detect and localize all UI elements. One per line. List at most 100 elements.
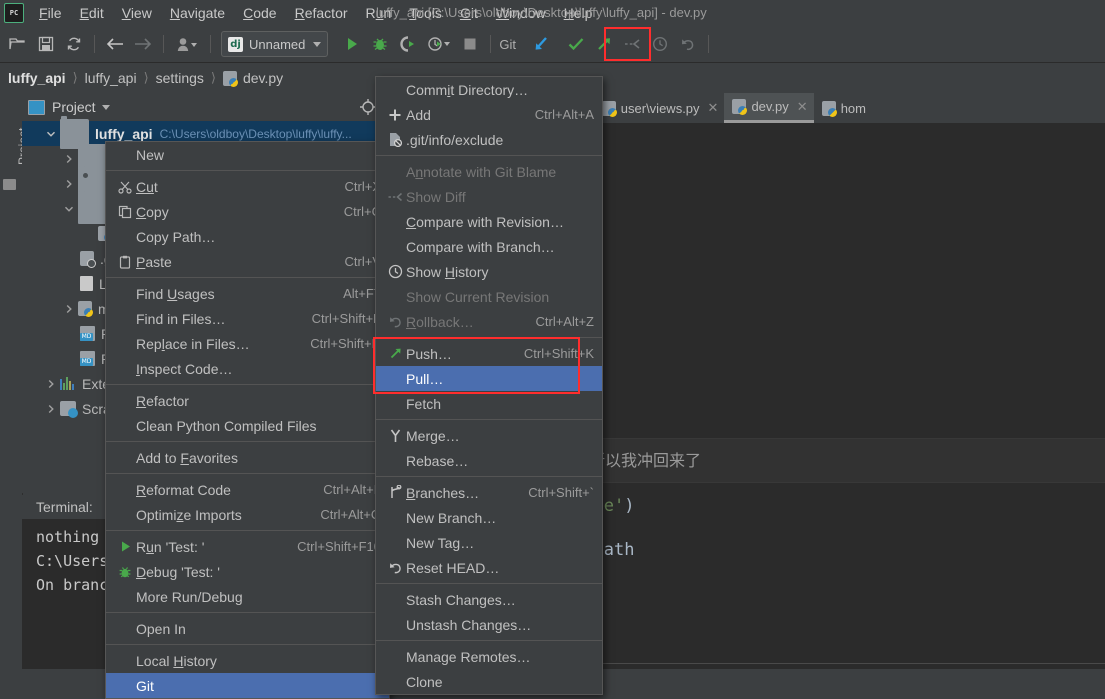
menu-item-refactor[interactable]: Refactor xyxy=(106,388,389,413)
menu-item-annotate-with-git-blame: Annotate with Git Blame xyxy=(376,159,602,184)
debug-icon[interactable] xyxy=(366,31,394,57)
menu-item-clean-python-compiled-files[interactable]: Clean Python Compiled Files xyxy=(106,413,389,438)
menu-item-merge[interactable]: Merge… xyxy=(376,423,602,448)
menu-file[interactable]: File xyxy=(30,0,71,26)
chevron-right-icon[interactable] xyxy=(44,402,58,416)
copy-icon xyxy=(114,205,136,219)
menu-item-reformat-code[interactable]: Reformat Code Ctrl+Alt+L xyxy=(106,477,389,502)
menu-code[interactable]: Code xyxy=(234,0,285,26)
profile-icon[interactable] xyxy=(170,31,204,57)
editor-tab-user-views[interactable]: user\views.py ✕ xyxy=(594,93,725,123)
menu-item-label: New Tag… xyxy=(406,534,475,551)
menu-item-debug-test[interactable]: Debug 'Test: ' xyxy=(106,559,389,584)
rollback-icon xyxy=(384,314,406,329)
sync-icon[interactable] xyxy=(60,31,88,57)
menu-item-unstash-changes[interactable]: Unstash Changes… xyxy=(376,612,602,637)
menu-item-rollback: Rollback… Ctrl+Alt+Z xyxy=(376,309,602,334)
menu-item-push[interactable]: Push… Ctrl+Shift+K xyxy=(376,341,602,366)
menu-item-rebase[interactable]: Rebase… xyxy=(376,448,602,473)
commit-icon[interactable] xyxy=(562,31,590,57)
menu-item-label: Open In xyxy=(136,620,186,637)
history-icon xyxy=(646,31,674,57)
menu-item-show-history[interactable]: Show History xyxy=(376,259,602,284)
menu-item-pull[interactable]: Pull… xyxy=(376,366,602,391)
menu-item-stash-changes[interactable]: Stash Changes… xyxy=(376,587,602,612)
menu-item-find-in-files[interactable]: Find in Files… Ctrl+Shift+F xyxy=(106,306,389,331)
run-coverage-icon[interactable] xyxy=(394,31,422,57)
menu-item-label: Push… xyxy=(406,345,452,362)
menu-item-label: Local History xyxy=(136,652,217,669)
menu-item-run-test[interactable]: Run 'Test: ' Ctrl+Shift+F10 xyxy=(106,534,389,559)
project-panel-title[interactable]: Project xyxy=(52,99,96,115)
menu-item-label: Annotate with Git Blame xyxy=(406,163,557,180)
menu-item-compare-with-revision[interactable]: Compare with Revision… xyxy=(376,209,602,234)
menu-edit[interactable]: Edit xyxy=(71,0,113,26)
menu-item-new-tag[interactable]: New Tag… xyxy=(376,530,602,555)
menu-item-find-usages[interactable]: Find Usages Alt+F7 xyxy=(106,281,389,306)
editor-tab-home[interactable]: hom xyxy=(814,93,872,123)
profile-run-icon[interactable] xyxy=(422,31,456,57)
close-icon[interactable]: ✕ xyxy=(797,99,808,115)
editor-tab-label: dev.py xyxy=(751,99,789,114)
menu-divider xyxy=(106,277,389,278)
stripe-button-project[interactable]: Project xyxy=(2,103,30,171)
menu-navigate[interactable]: Navigate xyxy=(161,0,234,26)
close-icon[interactable]: ✕ xyxy=(708,100,719,116)
breadcrumb-item-2[interactable]: settings xyxy=(156,70,204,86)
menu-item-open-in[interactable]: Open In xyxy=(106,616,389,641)
open-folder-icon[interactable] xyxy=(4,31,32,57)
git-submenu: Commit Directory… Add Ctrl+Alt+A .git/in… xyxy=(375,76,603,695)
scissors-icon xyxy=(114,180,136,194)
menu-refactor[interactable]: Refactor xyxy=(286,0,357,26)
menu-item-add-to-favorites[interactable]: Add to Favorites xyxy=(106,445,389,470)
breadcrumb-item-0[interactable]: luffy_api xyxy=(8,70,66,86)
menu-item-label: Find in Files… xyxy=(136,310,226,327)
menu-item-new-branch[interactable]: New Branch… xyxy=(376,505,602,530)
chevron-right-icon[interactable] xyxy=(62,177,76,191)
menu-item-copy[interactable]: Copy Ctrl+C xyxy=(106,199,389,224)
menu-item-more-run-debug[interactable]: More Run/Debug xyxy=(106,584,389,609)
menu-item-commit-directory[interactable]: Commit Directory… xyxy=(376,77,602,102)
save-all-icon[interactable] xyxy=(32,31,60,57)
update-project-icon[interactable] xyxy=(520,31,562,57)
chevron-right-icon[interactable] xyxy=(62,302,76,316)
show-diff-icon xyxy=(618,31,646,57)
menu-item-clone[interactable]: Clone xyxy=(376,669,602,694)
menu-item-optimize-imports[interactable]: Optimize Imports Ctrl+Alt+O xyxy=(106,502,389,527)
menu-item-label: New xyxy=(136,146,165,163)
menu-item-branches[interactable]: Branches… Ctrl+Shift+` xyxy=(376,480,602,505)
menu-item-copy-path[interactable]: Copy Path… xyxy=(106,224,389,249)
menu-item-shortcut: Ctrl+Shift+F10 xyxy=(297,539,381,554)
chevron-right-icon[interactable] xyxy=(62,152,76,166)
menu-item-new[interactable]: New xyxy=(106,142,389,167)
chevron-down-icon[interactable] xyxy=(62,202,76,216)
push-icon[interactable] xyxy=(590,31,618,57)
menu-item-cut[interactable]: Cut Ctrl+X xyxy=(106,174,389,199)
menu-view[interactable]: View xyxy=(113,0,161,26)
chevron-down-icon[interactable] xyxy=(44,127,58,141)
menu-item-local-history[interactable]: Local History xyxy=(106,648,389,673)
menu-item-fetch[interactable]: Fetch xyxy=(376,391,602,416)
breadcrumb-item-3[interactable]: dev.py xyxy=(243,70,283,86)
chevron-down-icon[interactable] xyxy=(101,104,110,110)
menu-item-add[interactable]: Add Ctrl+Alt+A xyxy=(376,102,602,127)
run-configuration-selector[interactable]: dj Unnamed xyxy=(221,31,329,57)
menu-item-git[interactable]: Git xyxy=(106,673,389,698)
menu-item-compare-with-branch[interactable]: Compare with Branch… xyxy=(376,234,602,259)
breadcrumb-item-1[interactable]: luffy_api xyxy=(85,70,137,86)
structure-icon[interactable] xyxy=(3,179,16,190)
markdown-file-icon xyxy=(80,351,95,366)
menu-item-label: Copy xyxy=(136,203,169,220)
menu-item-paste[interactable]: Paste Ctrl+V xyxy=(106,249,389,274)
menu-item-reset-head[interactable]: Reset HEAD… xyxy=(376,555,602,580)
menu-item-inspect-code[interactable]: Inspect Code… xyxy=(106,356,389,381)
branch-icon xyxy=(384,485,406,500)
run-icon[interactable] xyxy=(338,31,366,57)
left-tool-stripe: Project xyxy=(0,93,30,669)
editor-tab-dev[interactable]: dev.py ✕ xyxy=(724,93,814,123)
menu-item-manage-remotes[interactable]: Manage Remotes… xyxy=(376,644,602,669)
chevron-right-icon[interactable] xyxy=(44,377,58,391)
menu-item-replace-in-files[interactable]: Replace in Files… Ctrl+Shift+R xyxy=(106,331,389,356)
back-arrow-icon[interactable] xyxy=(101,31,129,57)
menu-item-git-info-exclude[interactable]: .git/info/exclude xyxy=(376,127,602,152)
